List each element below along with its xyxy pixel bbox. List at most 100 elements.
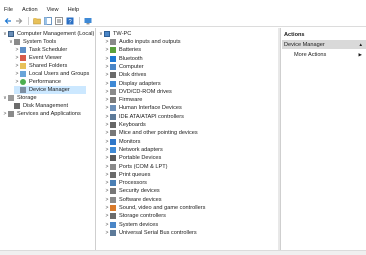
device-category-label: Batteries bbox=[119, 47, 142, 54]
device-category-label: Software devices bbox=[119, 196, 162, 203]
portable-device-icon bbox=[110, 155, 116, 162]
device-category-item[interactable]: > Sound, video and game controllers bbox=[104, 204, 205, 212]
status-bar bbox=[0, 250, 366, 255]
storage-controller-icon bbox=[110, 213, 116, 220]
device-category-label: Processors bbox=[119, 180, 147, 187]
dvd-icon bbox=[110, 88, 116, 95]
monitor-icon bbox=[110, 138, 116, 145]
device-category-item[interactable]: > System devices bbox=[104, 221, 158, 229]
toolbar-separator bbox=[28, 16, 29, 25]
device-category-label: Monitors bbox=[119, 138, 141, 145]
menu-view[interactable]: View bbox=[47, 5, 59, 15]
device-category-item[interactable]: > Computer bbox=[104, 63, 144, 71]
actions-pane: Actions Device Manager ▲ More Actions ▶ bbox=[280, 28, 366, 250]
device-category-item[interactable]: > DVD/CD-ROM drives bbox=[104, 88, 172, 96]
device-category-label: Audio inputs and outputs bbox=[119, 39, 181, 45]
software-device-icon bbox=[110, 196, 116, 203]
show-hide-tree-icon[interactable] bbox=[43, 16, 53, 26]
console-tree: ∨ Computer Management (Local) ∨ System T… bbox=[0, 28, 96, 250]
folder-up-icon[interactable] bbox=[32, 16, 42, 26]
device-category-item[interactable]: > Storage controllers bbox=[104, 212, 166, 220]
device-category-item[interactable]: > Print queues bbox=[104, 171, 150, 179]
menu-help[interactable]: Help bbox=[68, 5, 80, 15]
device-category-label: Human Interface Devices bbox=[119, 105, 182, 112]
device-category-label: Print queues bbox=[119, 171, 151, 178]
tree-item-label: Local Users and Groups bbox=[29, 71, 90, 77]
device-category-item[interactable]: > Disk drives bbox=[104, 71, 146, 79]
device-category-item[interactable]: > Keyboards bbox=[104, 121, 146, 129]
device-category-item[interactable]: > Portable Devices bbox=[104, 154, 161, 162]
tree-item-performance[interactable]: > Performance bbox=[14, 78, 61, 86]
tree-item-task-scheduler[interactable]: > Task Scheduler bbox=[14, 46, 67, 54]
task-scheduler-icon bbox=[20, 47, 26, 53]
tree-item-services-applications[interactable]: > Services and Applications bbox=[2, 110, 81, 118]
device-manager-icon bbox=[20, 87, 26, 93]
more-actions-item[interactable]: More Actions ▶ bbox=[282, 50, 366, 59]
properties-icon[interactable] bbox=[54, 16, 64, 26]
actions-section-device-manager[interactable]: Device Manager ▲ bbox=[282, 40, 366, 49]
mouse-icon bbox=[110, 130, 116, 137]
menu-file[interactable]: File bbox=[4, 5, 13, 15]
device-category-item[interactable]: > Processors bbox=[104, 179, 147, 187]
device-category-item[interactable]: > Ports (COM & LPT) bbox=[104, 163, 167, 171]
device-category-item[interactable]: > Universal Serial Bus controllers bbox=[104, 229, 197, 237]
device-category-item[interactable]: > Human Interface Devices bbox=[104, 104, 182, 112]
device-category-item[interactable]: > Software devices bbox=[104, 196, 162, 204]
shared-folders-icon bbox=[20, 63, 26, 69]
device-category-label: Network adapters bbox=[119, 146, 163, 153]
tree-item-computer-management[interactable]: ∨ Computer Management (Local) bbox=[2, 30, 94, 38]
tree-item-event-viewer[interactable]: > Event Viewer bbox=[14, 54, 62, 62]
firmware-icon bbox=[110, 97, 116, 104]
menu-action[interactable]: Action bbox=[22, 5, 38, 15]
tree-item-device-manager[interactable]: Device Manager bbox=[14, 86, 86, 94]
performance-icon bbox=[20, 79, 26, 85]
device-category-item[interactable]: > Security devices bbox=[104, 187, 160, 195]
device-category-item[interactable]: > Monitors bbox=[104, 138, 140, 146]
tree-item-shared-folders[interactable]: > Shared Folders bbox=[14, 62, 67, 70]
device-category-item[interactable]: > Batteries bbox=[104, 46, 141, 54]
device-category-label: Bluetooth bbox=[119, 55, 143, 62]
ide-controller-icon bbox=[110, 113, 116, 120]
device-category-item[interactable]: > Firmware bbox=[104, 96, 142, 104]
sound-icon bbox=[110, 205, 116, 211]
device-category-item[interactable]: > Audio inputs and outputs bbox=[104, 38, 181, 46]
actions-section-label: Device Manager bbox=[284, 41, 325, 48]
back-arrow-icon[interactable] bbox=[3, 16, 13, 26]
event-viewer-icon bbox=[20, 55, 26, 61]
tree-item-label: Shared Folders bbox=[29, 63, 68, 69]
console-icon[interactable] bbox=[83, 16, 93, 26]
device-category-item[interactable]: > Bluetooth bbox=[104, 55, 143, 63]
device-category-item[interactable]: > Mice and other pointing devices bbox=[104, 129, 198, 137]
help-icon[interactable]: ? bbox=[65, 16, 75, 26]
tree-item-label: Performance bbox=[29, 79, 62, 85]
device-tree-root-label: TW-PC bbox=[113, 31, 132, 37]
toolbar: ? bbox=[0, 15, 366, 27]
storage-icon bbox=[8, 95, 14, 101]
device-category-label: Portable Devices bbox=[119, 155, 162, 162]
tree-item-label: Disk Management bbox=[23, 103, 69, 109]
menu-bar: File Action View Help bbox=[0, 5, 366, 15]
tree-item-disk-management[interactable]: Disk Management bbox=[8, 102, 68, 110]
device-category-item[interactable]: > IDE ATA/ATAPI controllers bbox=[104, 113, 184, 121]
tree-item-label: Event Viewer bbox=[29, 55, 62, 61]
computer-management-icon bbox=[8, 31, 14, 37]
collapse-arrow-icon[interactable]: ▲ bbox=[359, 42, 363, 47]
services-icon bbox=[8, 111, 14, 117]
tree-item-system-tools[interactable]: ∨ System Tools bbox=[8, 38, 56, 46]
forward-arrow-icon[interactable] bbox=[14, 16, 24, 26]
display-adapter-icon bbox=[110, 80, 116, 87]
computer-icon bbox=[110, 63, 116, 70]
device-tree-root[interactable]: ∨ TW-PC bbox=[98, 30, 131, 38]
device-category-label: DVD/CD-ROM drives bbox=[119, 88, 172, 95]
device-category-label: Ports (COM & LPT) bbox=[119, 163, 168, 170]
device-category-item[interactable]: > Network adapters bbox=[104, 146, 163, 154]
device-category-label: IDE ATA/ATAPI controllers bbox=[119, 113, 184, 120]
device-category-item[interactable]: > Display adapters bbox=[104, 80, 161, 88]
hid-icon bbox=[110, 105, 116, 112]
device-category-label: Keyboards bbox=[119, 122, 146, 128]
tree-item-storage[interactable]: ∨ Storage bbox=[2, 94, 37, 102]
port-icon bbox=[110, 163, 116, 170]
tree-item-local-users[interactable]: > Local Users and Groups bbox=[14, 70, 89, 78]
device-tree: ∨ TW-PC > Audio inputs and outputs > Batter… bbox=[97, 28, 278, 250]
bluetooth-icon bbox=[110, 55, 116, 62]
